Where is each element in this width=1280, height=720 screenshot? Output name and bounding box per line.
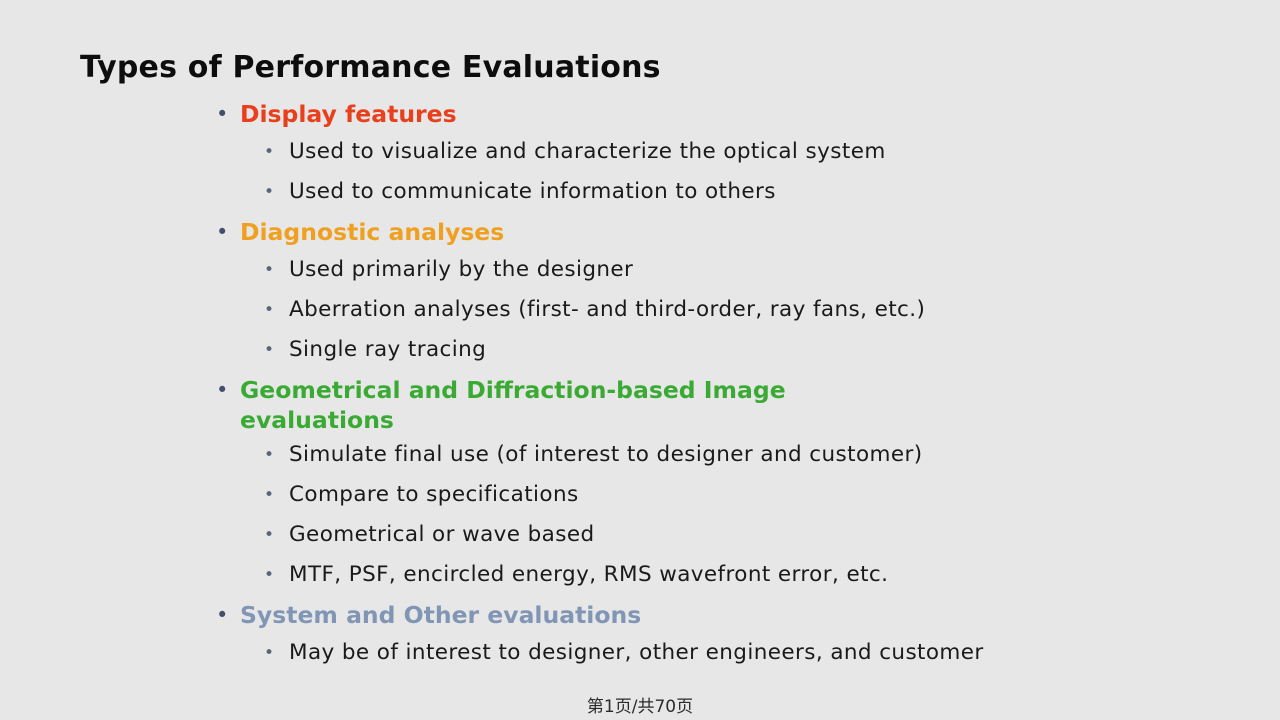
- slide-canvas: Types of Performance Evaluations • Displa…: [0, 0, 1280, 720]
- bullet-dot-icon: •: [264, 142, 275, 162]
- bullet-item-level2: • MTF, PSF, encircled energy, RMS wavefro…: [0, 557, 1280, 593]
- bullet-item-level2: • Aberration analyses (first- and third-o…: [0, 292, 1280, 328]
- bullet-text: Compare to specifications: [289, 482, 579, 507]
- bullet-dot-icon: •: [264, 300, 275, 320]
- page-title: Types of Performance Evaluations: [80, 50, 661, 85]
- bullet-text: Display features: [240, 100, 457, 128]
- bullet-dot-icon: •: [264, 340, 275, 360]
- bullet-dot-icon: •: [216, 603, 229, 627]
- bullet-dot-icon: •: [216, 102, 229, 126]
- bullet-text: Geometrical or wave based: [289, 522, 595, 547]
- bullet-item-level2: • Used primarily by the designer: [0, 252, 1280, 288]
- page-indicator: 第1页/共70页: [586, 697, 694, 717]
- bullet-text: Diagnostic analyses: [240, 218, 505, 246]
- bullet-item-level1: • Geometrical and Diffraction-based Image…: [0, 372, 1280, 435]
- bullet-text: Used to communicate information to other…: [289, 179, 776, 204]
- bullet-text: Geometrical and Diffraction-based Image …: [240, 376, 786, 434]
- bullet-item-level2: • May be of interest to designer, other e…: [0, 635, 1280, 671]
- bullet-item-level1: • Display features: [0, 96, 1280, 132]
- bullet-dot-icon: •: [264, 525, 275, 545]
- bullet-text: MTF, PSF, encircled energy, RMS wavefron…: [289, 562, 889, 587]
- bullet-item-level2: • Single ray tracing: [0, 332, 1280, 368]
- bullet-dot-icon: •: [216, 220, 229, 244]
- bullet-dot-icon: •: [216, 378, 229, 402]
- bullet-list: • Display features • Used to visualize and …: [0, 96, 1280, 675]
- bullet-dot-icon: •: [264, 643, 275, 663]
- bullet-text: Used to visualize and characterize the o…: [289, 139, 886, 164]
- bullet-text: Aberration analyses (first- and third-or…: [289, 297, 926, 322]
- bullet-item-level1: • Diagnostic analyses: [0, 214, 1280, 250]
- bullet-text: Single ray tracing: [289, 337, 487, 362]
- bullet-dot-icon: •: [264, 445, 275, 465]
- bullet-text: System and Other evaluations: [240, 601, 642, 629]
- bullet-item-level2: • Compare to specifications: [0, 477, 1280, 513]
- bullet-text: May be of interest to designer, other en…: [289, 640, 984, 665]
- bullet-dot-icon: •: [264, 260, 275, 280]
- bullet-text: Simulate final use (of interest to desig…: [289, 442, 923, 467]
- bullet-item-level2: • Used to communicate information to othe…: [0, 174, 1280, 210]
- bullet-item-level2: • Used to visualize and characterize the …: [0, 134, 1280, 170]
- bullet-item-level1: • System and Other evaluations: [0, 597, 1280, 633]
- bullet-item-level2: • Geometrical or wave based: [0, 517, 1280, 553]
- bullet-dot-icon: •: [264, 565, 275, 585]
- bullet-dot-icon: •: [264, 182, 275, 202]
- bullet-item-level2: • Simulate final use (of interest to desi…: [0, 437, 1280, 473]
- bullet-dot-icon: •: [264, 485, 275, 505]
- bullet-text: Used primarily by the designer: [289, 257, 634, 282]
